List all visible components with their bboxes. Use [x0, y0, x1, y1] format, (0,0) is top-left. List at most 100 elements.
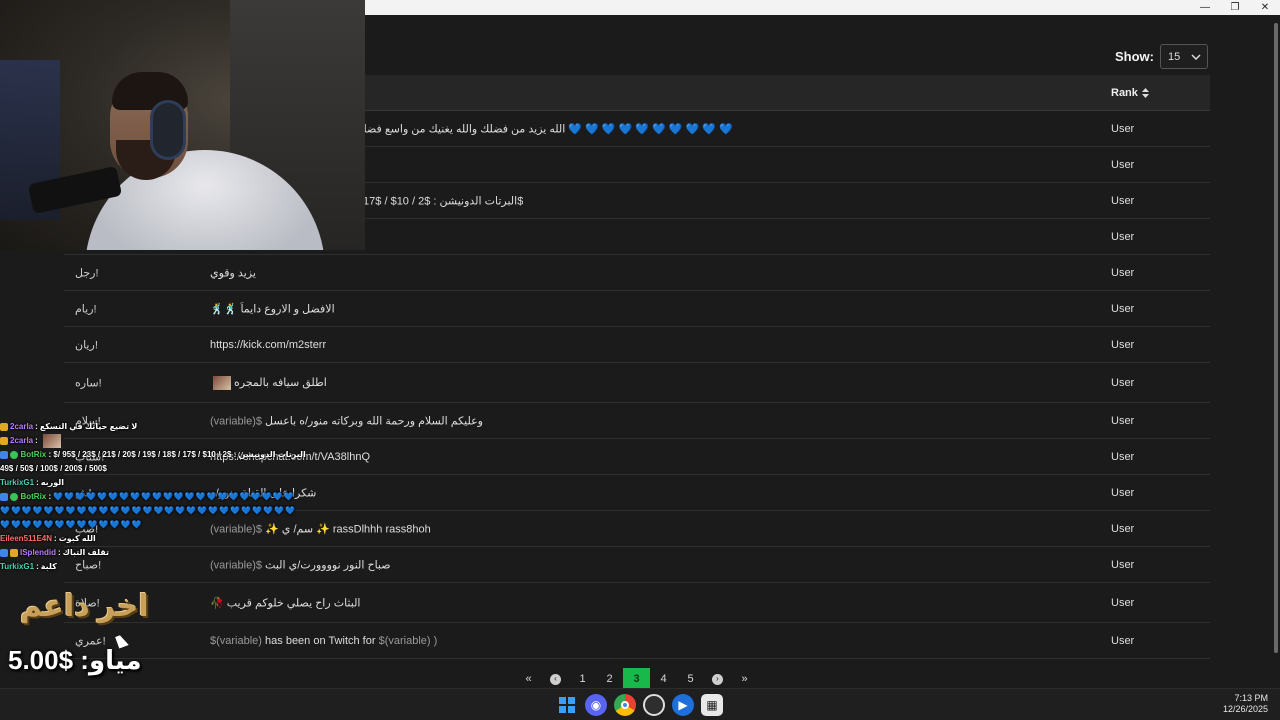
app-icon[interactable]: ▶ [672, 694, 694, 716]
chat-message: BotRix : 💙💙💙💙💙💙💙💙💙💙💙💙💙💙💙💙💙💙💙💙💙💙💙💙💙💙💙💙💙💙💙… [0, 492, 296, 529]
command-rank: User [1111, 558, 1135, 571]
table-row: ريان! https://kick.com/m2sterr User [64, 327, 1210, 363]
command-rank: User [1111, 338, 1135, 351]
response-text: https://kick.com/m2sterr [210, 338, 327, 351]
chat-username: ISplendid [20, 548, 56, 557]
chat-overlay: 2carla : لا تضيع حياتك في التسكع 2carla … [0, 420, 320, 574]
rank-column-header[interactable]: Rank [1111, 87, 1149, 99]
chat-username: TurkixG1 [0, 562, 35, 571]
verified-badge-icon [10, 492, 19, 501]
command-rank: User [1111, 414, 1135, 427]
response-text: has been on Twitch for [265, 634, 376, 647]
command-name: ريام! [75, 303, 97, 315]
command-name: ريان! [75, 339, 98, 351]
command-rank: User [1111, 230, 1135, 243]
chat-message: ISplendid : تقلف التباك [0, 546, 320, 560]
variable-token: $(variable) [210, 634, 262, 647]
command-rank: User [1111, 450, 1135, 463]
chat-text: تقلف التباك [62, 548, 110, 557]
bot-badge-icon [0, 549, 8, 557]
chat-message: 2carla : لا تضيع حياتك في التسكع [0, 420, 320, 434]
chat-text: كلبة [40, 562, 57, 571]
discord-icon[interactable]: ◉ [585, 694, 607, 716]
chat-text: الوربه [40, 478, 64, 487]
page-1-button[interactable]: 1 [569, 668, 596, 690]
show-select[interactable]: 15 [1160, 44, 1208, 69]
obs-icon[interactable] [643, 694, 665, 716]
response-text: البثاث راح يصلي خلوكم قريب 🥀 [210, 597, 361, 609]
chat-message: 2carla : [0, 434, 320, 448]
scrollbar-thumb[interactable] [1274, 23, 1278, 653]
bot-badge-icon [0, 492, 8, 501]
store-icon[interactable]: ▦ [701, 694, 723, 716]
sub-badge-icon [0, 437, 8, 445]
headset-icon [150, 100, 186, 160]
desktop: — ❐ ✕ Show: 15 Rank 💙 💙 💙 💙 💙 💙 💙 💙 💙 💙 … [0, 0, 1280, 720]
windows-start-icon[interactable] [556, 694, 578, 716]
verified-badge-icon [10, 450, 19, 459]
table-row: ساره! اطلق سيافه بالمجره User [64, 363, 1210, 403]
emote-icon [42, 434, 61, 448]
page-3-button[interactable]: 3 [623, 668, 650, 690]
command-rank: User [1111, 158, 1135, 171]
command-rank: User [1111, 596, 1135, 609]
command-rank: User [1111, 266, 1135, 279]
sub-badge-icon [10, 549, 18, 557]
clock-date: 12/26/2025 [1222, 704, 1268, 714]
taskbar-apps: ◉ ▶ ▦ [556, 694, 723, 716]
chat-text: الله كبوت [58, 534, 96, 543]
command-rank: User [1111, 634, 1135, 647]
restore-icon[interactable]: ❐ [1220, 0, 1250, 15]
page-2-button[interactable]: 2 [596, 668, 623, 690]
chrome-icon[interactable] [614, 694, 636, 716]
command-response: اطلق سيافه بالمجره [210, 375, 327, 390]
first-page-button[interactable]: « [515, 668, 542, 690]
command-name: رجل! [75, 267, 99, 279]
taskbar-clock[interactable]: 7:13 PM 12/26/2025 [1223, 693, 1268, 715]
close-icon[interactable]: ✕ [1250, 0, 1280, 15]
table-row: صلاة! البثاث راح يصلي خلوكم قريب 🥀 User [64, 583, 1210, 623]
chat-username: BotRix [20, 450, 47, 459]
webcam-overlay [0, 0, 365, 250]
command-rank: User [1111, 486, 1135, 499]
chevron-left-icon: ‹ [550, 673, 561, 685]
chat-message: TurkixG1 : كلبة [0, 560, 320, 574]
table-row: ريام! الافضل و الاروع دايماً 🕺🕺 User [64, 291, 1210, 327]
prev-page-button[interactable]: ‹ [542, 668, 569, 690]
table-row: عمري! $(variable) has been on Twitch for … [64, 623, 1210, 659]
command-response: $(variable) has been on Twitch for $(var… [210, 635, 437, 647]
emote-icon [213, 375, 231, 390]
last-donor-amount: مياو: $5.00 [8, 645, 142, 675]
command-rank: User [1111, 522, 1135, 535]
next-page-button[interactable]: › [704, 668, 731, 690]
command-response: يزيد وقوي [210, 266, 256, 279]
sort-icon [1141, 88, 1149, 98]
variable-token: $(variable) ) [378, 634, 438, 647]
sub-badge-icon [0, 423, 8, 431]
rank-header-label: Rank [1111, 87, 1138, 99]
chat-username: 2carla [10, 422, 34, 431]
response-text: يزيد وقوي [210, 267, 256, 279]
last-page-button[interactable]: » [731, 668, 758, 690]
chat-message: TurkixG1 : الوربه [0, 476, 320, 490]
bot-badge-icon [0, 450, 8, 459]
command-rank: User [1111, 376, 1135, 389]
show-control: Show: 15 [1115, 44, 1208, 69]
table-row: رجل! يزيد وقوي User [64, 255, 1210, 291]
page-4-button[interactable]: 4 [650, 668, 677, 690]
chat-username: Eileen511E4N [0, 534, 53, 543]
pagination: « ‹ 1 2 3 4 5 › » [515, 668, 758, 690]
chat-message: Eileen511E4N : الله كبوت [0, 532, 320, 546]
scrollbar[interactable] [1272, 15, 1280, 688]
chat-message: BotRix : $البرتات الدونيشن : $2 / 10$ / … [0, 450, 306, 473]
chat-username: BotRix [20, 492, 47, 501]
last-donor-title: اخر داعم [20, 590, 149, 623]
response-text: اطلق سيافه بالمجره [234, 376, 327, 389]
show-label: Show: [1115, 49, 1154, 64]
chevron-down-icon [1191, 53, 1201, 60]
command-name: ساره! [75, 377, 102, 389]
response-text: الافضل و الاروع دايماً 🕺🕺 [210, 303, 335, 315]
minimize-icon[interactable]: — [1190, 0, 1220, 15]
chat-text: لا تضيع حياتك في التسكع [39, 422, 138, 431]
page-5-button[interactable]: 5 [677, 668, 704, 690]
